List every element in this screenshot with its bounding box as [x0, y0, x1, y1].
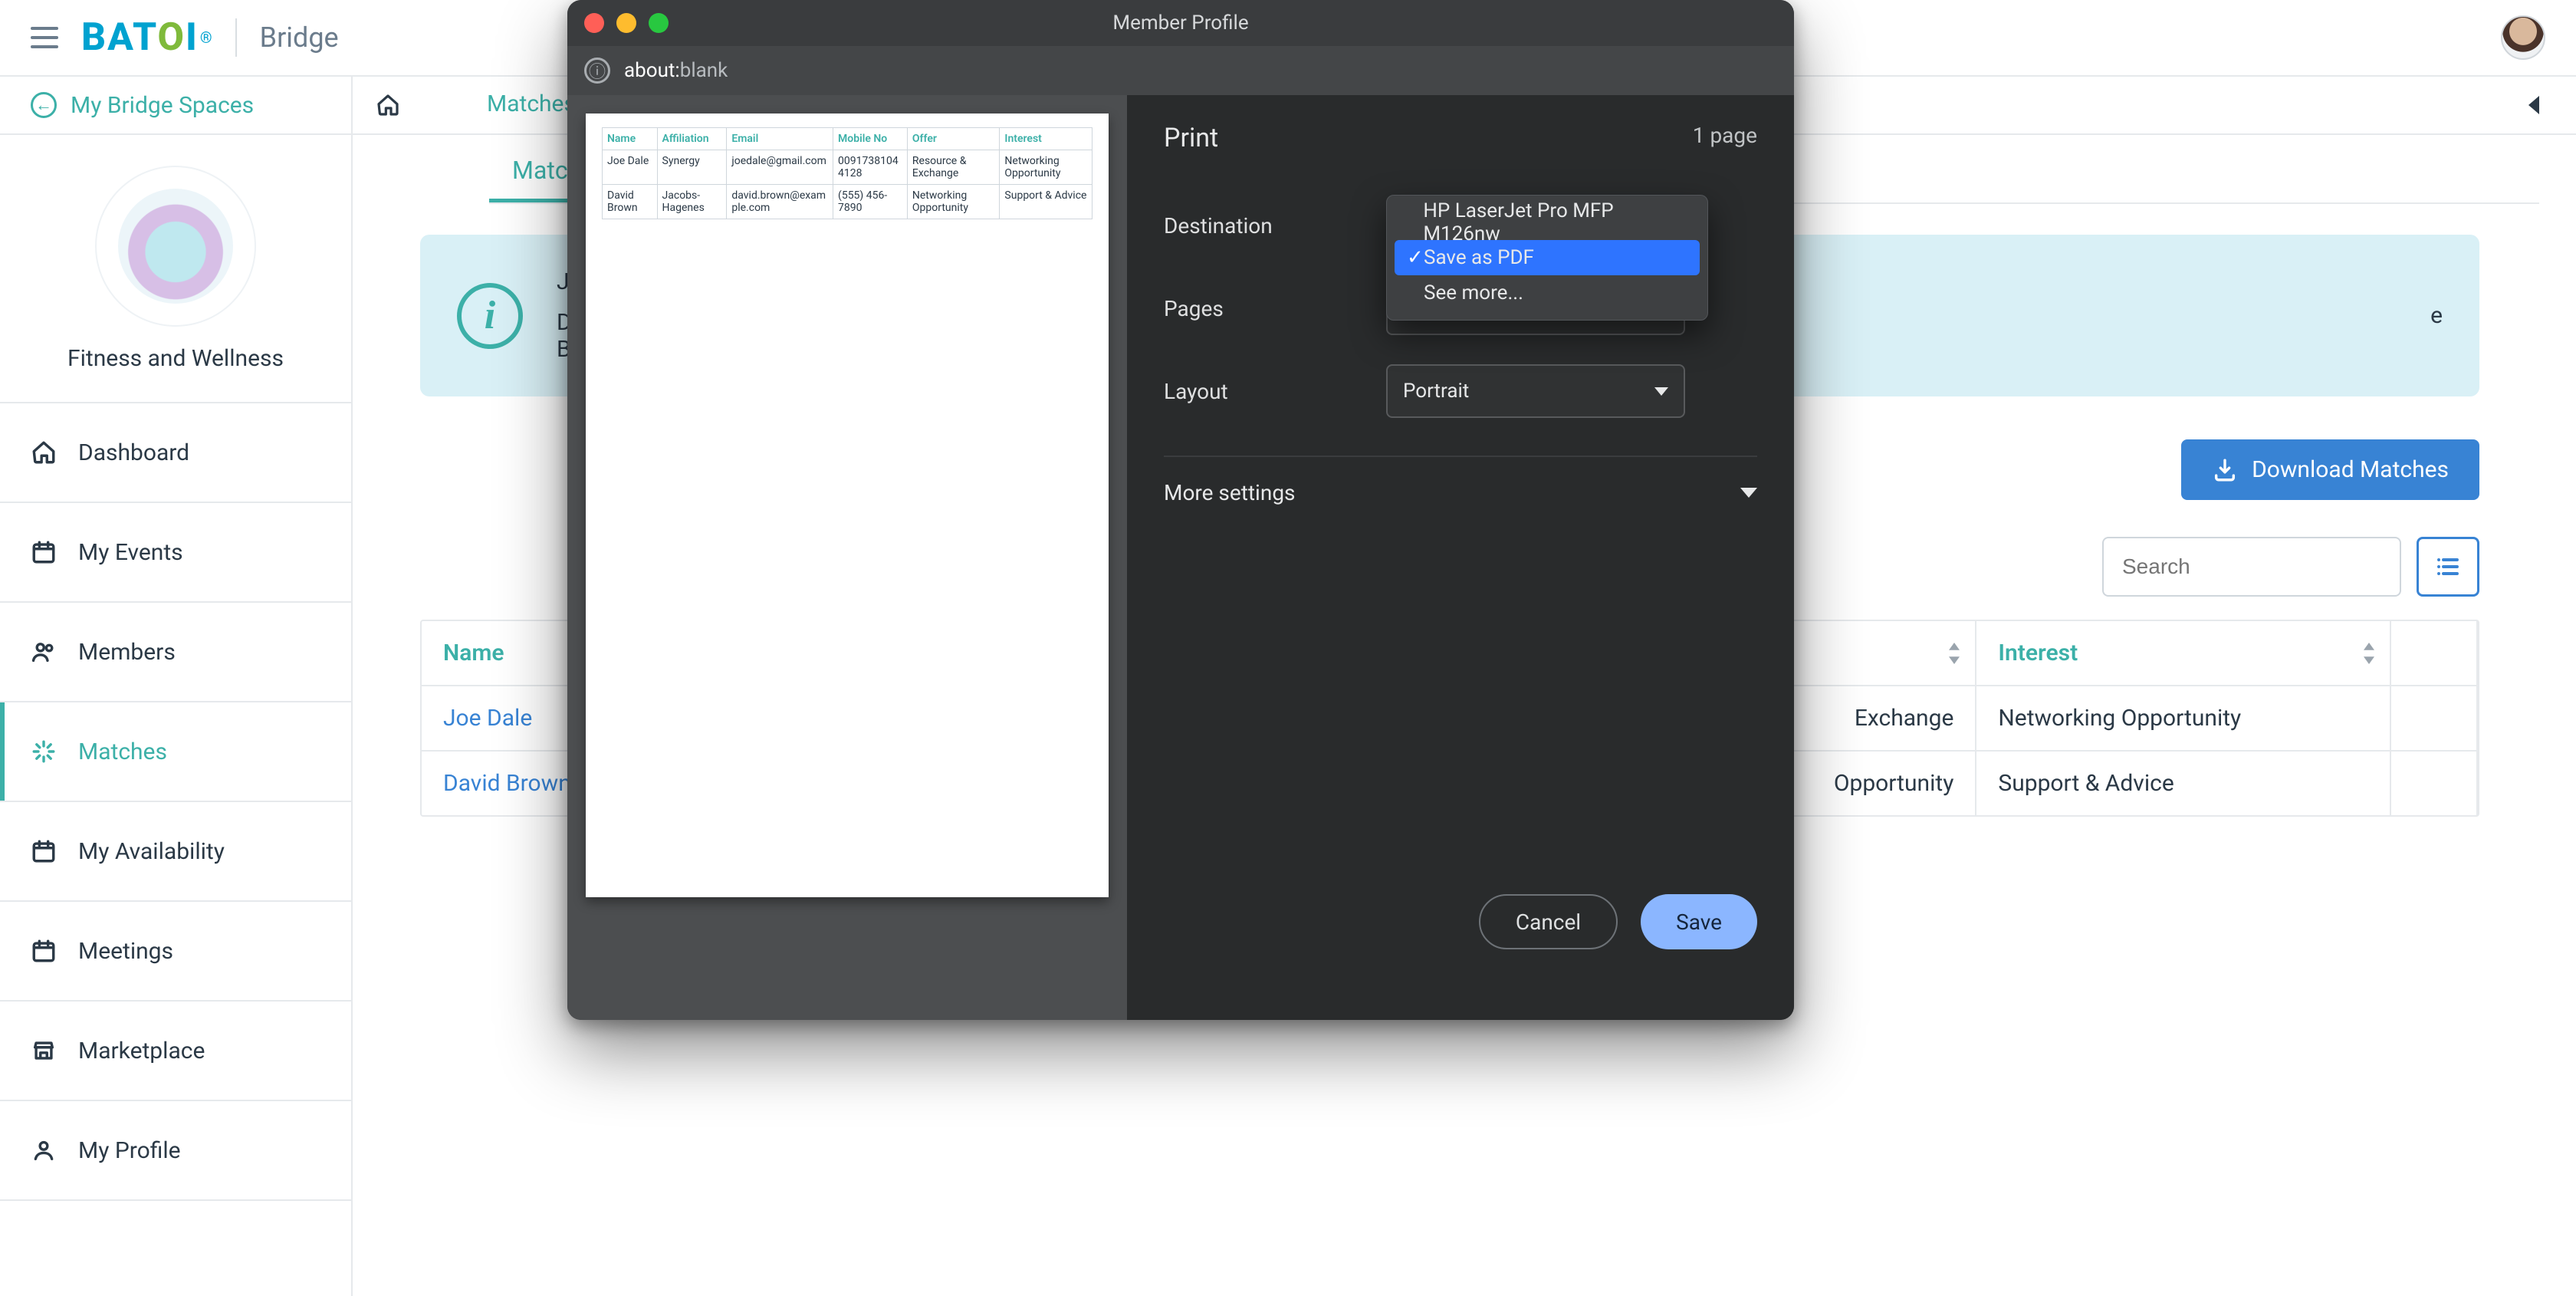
sidebar-item-label: My Profile — [78, 1137, 181, 1164]
space-card: Fitness and Wellness — [0, 135, 351, 403]
print-preview-pane[interactable]: Name Affiliation Email Mobile No Offer I… — [567, 95, 1127, 1020]
list-icon — [2434, 553, 2462, 581]
site-info-icon[interactable]: ⓘ — [584, 58, 610, 84]
layout-label: Layout — [1164, 379, 1386, 404]
sidebar-item-label: Matches — [78, 738, 167, 765]
hamburger-icon[interactable] — [31, 27, 58, 48]
collapse-right-icon[interactable] — [2528, 96, 2539, 114]
page-count: 1 page — [1693, 123, 1757, 153]
chevron-down-icon — [1654, 387, 1668, 396]
row-interest: Support & Advice — [1976, 752, 2391, 815]
store-icon — [31, 1038, 57, 1064]
sidebar-item-marketplace[interactable]: Marketplace — [0, 1002, 351, 1101]
download-matches-button[interactable]: Download Matches — [2181, 439, 2479, 500]
maximize-icon[interactable] — [649, 13, 669, 33]
avatar[interactable] — [2501, 15, 2545, 60]
yoga-icon — [118, 189, 233, 304]
back-label: My Bridge Spaces — [71, 92, 254, 119]
sidebar-item-label: Members — [78, 639, 176, 666]
close-icon[interactable] — [584, 13, 604, 33]
matches-icon — [31, 738, 57, 765]
sort-icon — [2362, 643, 2376, 664]
more-settings-toggle[interactable]: More settings — [1164, 456, 1757, 505]
col-actions — [2391, 621, 2478, 686]
divider — [235, 18, 237, 57]
banner-tail: e — [2430, 302, 2443, 329]
save-button[interactable]: Save — [1641, 894, 1757, 949]
sidebar-item-matches[interactable]: Matches — [0, 702, 351, 802]
sidebar-item-label: Meetings — [78, 938, 173, 965]
info-icon: i — [457, 283, 523, 349]
col-interest[interactable]: Interest — [1976, 621, 2391, 686]
print-heading: Print — [1164, 123, 1218, 153]
sidebar-item-dashboard[interactable]: Dashboard — [0, 403, 351, 503]
calendar-icon — [31, 938, 57, 964]
window-titlebar[interactable]: Member Profile — [567, 0, 1794, 46]
calendar-icon — [31, 838, 57, 864]
users-icon — [31, 639, 57, 665]
pages-label: Pages — [1164, 296, 1386, 321]
breadcrumb-home[interactable] — [368, 93, 400, 117]
check-icon: ✓ — [1407, 246, 1424, 269]
calendar-icon — [31, 539, 57, 565]
url-bar[interactable]: ⓘ about:blank — [567, 46, 1794, 95]
sidebar: Fitness and Wellness Dashboard My Events… — [0, 135, 353, 1296]
home-icon — [31, 439, 57, 465]
sidebar-item-label: My Availability — [78, 838, 225, 865]
sidebar-item-my-events[interactable]: My Events — [0, 503, 351, 603]
back-to-spaces[interactable]: ← My Bridge Spaces — [31, 92, 254, 119]
chevron-down-icon — [1740, 488, 1757, 498]
destination-dropdown: HP LaserJet Pro MFP M126nw ✓Save as PDF … — [1386, 195, 1708, 321]
row-interest: Networking Opportunity — [1976, 686, 2391, 752]
sort-icon — [1947, 643, 1961, 664]
print-window: Member Profile ⓘ about:blank Name Affili… — [567, 0, 1794, 1020]
arrow-left-circle-icon: ← — [31, 92, 57, 118]
sidebar-item-meetings[interactable]: Meetings — [0, 902, 351, 1002]
dest-option-printer[interactable]: HP LaserJet Pro MFP M126nw — [1395, 205, 1700, 240]
app-name: Bridge — [260, 21, 339, 54]
search-input[interactable] — [2102, 537, 2401, 597]
sidebar-item-label: Marketplace — [78, 1038, 205, 1064]
url-path: blank — [680, 59, 728, 82]
space-avatar — [95, 166, 256, 327]
layout-select[interactable]: Portrait — [1386, 364, 1685, 418]
download-icon — [2212, 457, 2238, 483]
preview-table: Name Affiliation Email Mobile No Offer I… — [602, 127, 1092, 219]
home-icon — [376, 93, 400, 117]
sidebar-item-label: Dashboard — [78, 439, 189, 466]
destination-label: Destination — [1164, 213, 1386, 238]
minimize-icon[interactable] — [616, 13, 636, 33]
space-name: Fitness and Wellness — [67, 345, 284, 372]
dest-option-see-more[interactable]: See more... — [1395, 275, 1700, 311]
print-settings-pane: Print 1 page Destination Pages All Layou… — [1127, 95, 1794, 1020]
logo[interactable]: BATOI® — [81, 15, 212, 60]
sidebar-item-my-profile[interactable]: My Profile — [0, 1101, 351, 1201]
sidebar-item-label: My Events — [78, 539, 183, 566]
cancel-button[interactable]: Cancel — [1479, 894, 1618, 949]
view-toggle-button[interactable] — [2417, 537, 2479, 597]
traffic-lights[interactable] — [584, 13, 669, 33]
user-icon — [31, 1137, 57, 1163]
sidebar-item-members[interactable]: Members — [0, 603, 351, 702]
sidebar-item-availability[interactable]: My Availability — [0, 802, 351, 902]
divider — [351, 77, 353, 135]
window-title: Member Profile — [1112, 12, 1248, 35]
url-about: about: — [624, 59, 680, 82]
preview-page: Name Affiliation Email Mobile No Offer I… — [586, 113, 1109, 897]
